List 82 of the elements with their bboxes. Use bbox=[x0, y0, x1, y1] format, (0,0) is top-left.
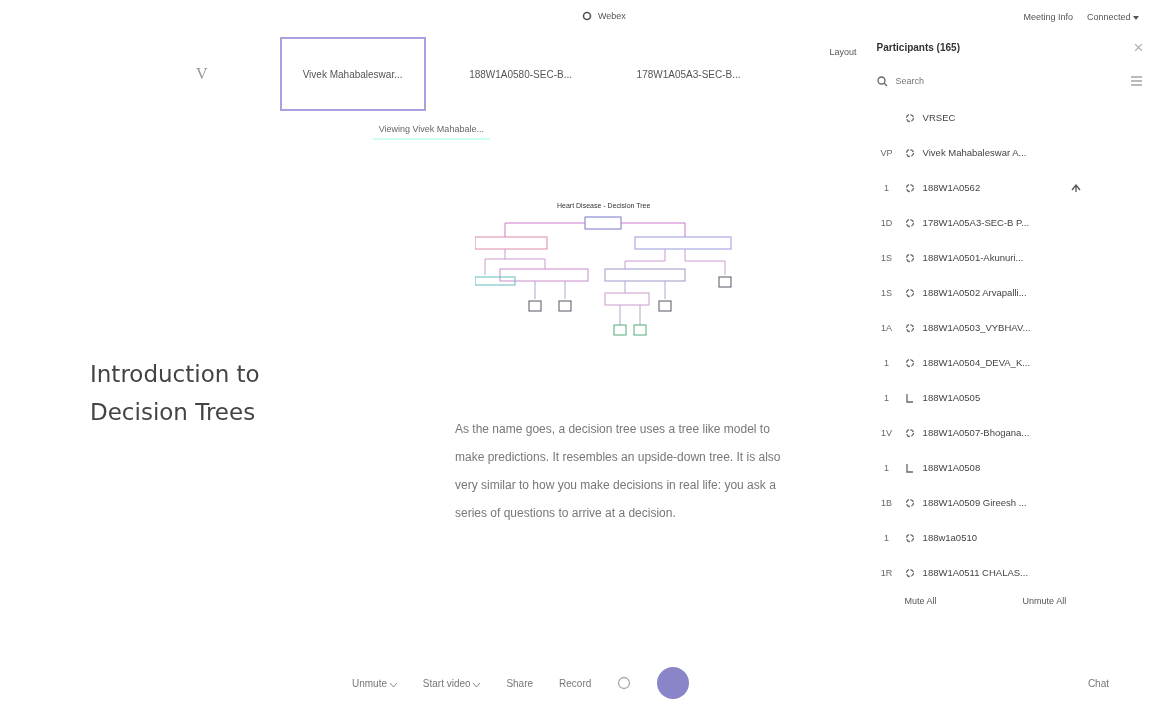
audio-icon bbox=[904, 252, 915, 263]
participant-name: 188W1A0501-Akunuri... bbox=[922, 252, 1025, 263]
participant-initials: 1S bbox=[880, 287, 894, 298]
participant-initials: 1 bbox=[883, 532, 891, 543]
participant-initials: 1 bbox=[883, 357, 891, 368]
participant-initials: 1S bbox=[880, 252, 894, 263]
unmute-button[interactable]: Unmute bbox=[352, 677, 397, 689]
video-tile[interactable]: Vivek Mahabaleswar... bbox=[279, 37, 426, 111]
unmute-all-button[interactable]: Unmute All bbox=[1022, 596, 1067, 606]
record-button[interactable]: Record bbox=[559, 677, 592, 689]
viewing-label: Viewing Vivek Mahabale... bbox=[372, 124, 490, 140]
participant-item[interactable]: 1D 178W1A05A3-SEC-B P... bbox=[876, 205, 1142, 240]
webex-icon bbox=[582, 11, 592, 21]
participant-name: 188W1A0562 bbox=[922, 182, 982, 193]
meeting-info-button[interactable]: Meeting Info bbox=[1023, 12, 1073, 22]
participant-initials: 1R bbox=[879, 567, 894, 578]
self-view-initial: V bbox=[196, 65, 208, 83]
audio-icon bbox=[904, 567, 915, 578]
participant-name: 188W1A0505 bbox=[922, 392, 982, 403]
participant-name: 188W1A0504_DEVA_K... bbox=[922, 357, 1032, 368]
video-tile[interactable]: 178W1A05A3-SEC-B... bbox=[615, 37, 762, 111]
participant-initials: 1B bbox=[880, 497, 894, 508]
participant-name: VRSEC bbox=[922, 112, 957, 123]
mute-all-button[interactable]: Mute All bbox=[904, 596, 937, 606]
participant-item[interactable]: VRSEC bbox=[876, 100, 1142, 135]
layout-button[interactable]: Layout bbox=[823, 46, 863, 58]
participant-name: 188W1A0509 Gireesh ... bbox=[922, 497, 1028, 508]
participant-item[interactable]: 1S 188W1A0502 Arvapalli... bbox=[876, 275, 1142, 310]
participant-initials: 1A bbox=[880, 322, 894, 333]
audio-icon bbox=[904, 147, 915, 158]
close-icon[interactable] bbox=[1134, 43, 1142, 51]
start-video-button[interactable]: Start video bbox=[422, 677, 481, 689]
participant-name: 178W1A05A3-SEC-B P... bbox=[922, 217, 1031, 228]
audio-icon bbox=[904, 532, 915, 543]
participant-name: Vivek Mahabaleswar A... bbox=[922, 147, 1028, 158]
slide-title: Introduction to Decision Trees bbox=[90, 359, 261, 427]
participant-item[interactable]: 1B 188W1A0509 Gireesh ... bbox=[876, 485, 1142, 520]
audio-icon bbox=[904, 427, 915, 438]
participant-item[interactable]: 1S 188W1A0501-Akunuri... bbox=[876, 240, 1142, 275]
participant-initials: 1 bbox=[883, 392, 891, 403]
participant-item[interactable]: VP Vivek Mahabaleswar A... bbox=[876, 135, 1142, 170]
participant-initials: 1V bbox=[880, 427, 894, 438]
slide-paragraph: As the name goes, a decision tree uses a tree like model to make predictions. It resembles an upside-down tree. It is also very similar to how you make decisions in real life: you ask a series of questions to arrive at a decision. bbox=[455, 421, 782, 522]
caret-icon bbox=[389, 682, 397, 687]
participant-item[interactable]: 1 188w1a0510 bbox=[876, 520, 1142, 555]
participant-item[interactable]: 1 188W1A0562 bbox=[876, 170, 1142, 205]
participant-initials: VP bbox=[879, 147, 894, 158]
participant-name: 188W1A0502 Arvapalli... bbox=[922, 287, 1028, 298]
search-icon bbox=[876, 75, 888, 87]
list-icon[interactable] bbox=[1130, 76, 1142, 86]
participants-title: Participants (165) bbox=[876, 41, 960, 53]
audio-icon bbox=[904, 322, 915, 333]
participant-item[interactable]: 1 188W1A0505 bbox=[876, 380, 1142, 415]
search-field[interactable]: Search bbox=[893, 75, 1125, 87]
audio-icon bbox=[904, 287, 915, 298]
audio-icon bbox=[904, 112, 915, 123]
reaction-icon[interactable] bbox=[617, 676, 632, 690]
participant-name: 188W1A0511 CHALAS... bbox=[922, 567, 1030, 578]
end-call-button[interactable] bbox=[657, 667, 690, 699]
caret-icon bbox=[1133, 16, 1139, 20]
participant-item[interactable]: 1 188W1A0504_DEVA_K... bbox=[876, 345, 1142, 380]
participant-item[interactable]: 1 188W1A0508 bbox=[876, 450, 1142, 485]
share-button[interactable]: Share bbox=[506, 677, 534, 689]
audio-icon bbox=[904, 217, 915, 228]
participant-name: 188W1A0503_VYBHAV... bbox=[922, 322, 1032, 333]
chat-button[interactable]: Chat bbox=[1087, 677, 1109, 689]
participant-name: 188W1A0507-Bhogana... bbox=[922, 427, 1031, 438]
audio-icon bbox=[904, 497, 915, 508]
participant-name: 188w1a0510 bbox=[922, 532, 978, 543]
audio-icon bbox=[904, 357, 915, 368]
participant-item[interactable]: 1A 188W1A0503_VYBHAV... bbox=[876, 310, 1142, 345]
participant-name: 188W1A0508 bbox=[922, 462, 982, 473]
participant-initials: 1D bbox=[879, 217, 894, 228]
participant-initials: 1 bbox=[883, 182, 891, 193]
connection-status-button[interactable]: Connected bbox=[1086, 12, 1139, 22]
participant-item[interactable]: 1R 188W1A0511 CHALAS... bbox=[876, 555, 1142, 590]
participant-item[interactable]: 1V 188W1A0507-Bhogana... bbox=[876, 415, 1142, 450]
app-title: Webex bbox=[598, 11, 626, 21]
caret-icon bbox=[473, 682, 481, 687]
participant-initials: 1 bbox=[883, 462, 891, 473]
audio-icon bbox=[904, 182, 915, 193]
video-tile[interactable]: 188W1A0580-SEC-B... bbox=[447, 37, 594, 111]
